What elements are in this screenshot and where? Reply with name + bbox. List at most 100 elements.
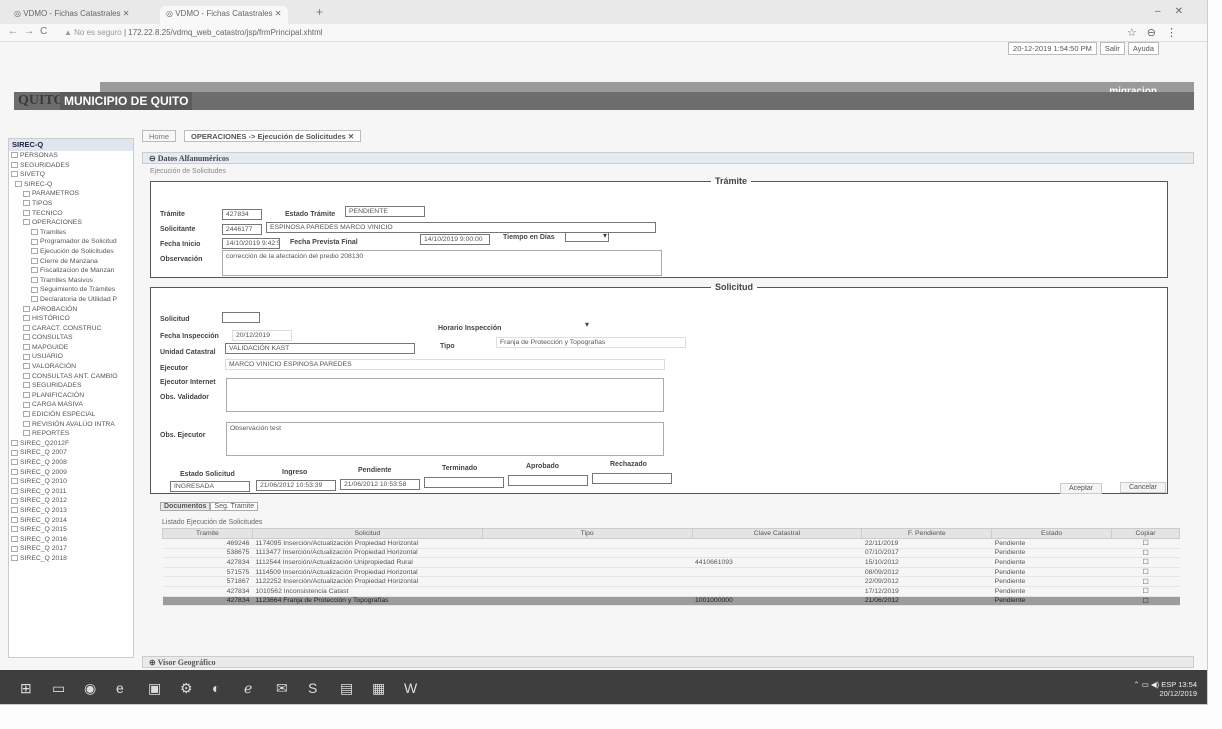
col-fpendiente[interactable]: F. Pendiente — [861, 528, 993, 539]
estado-solicitud-field[interactable]: INGRESADA — [170, 481, 250, 492]
sidebar-item[interactable]: SIREC_Q 2010 — [9, 477, 133, 487]
sidebar-item[interactable]: APROBACIÓN — [9, 305, 133, 315]
sidebar-item[interactable]: SEGURIDADES — [9, 161, 133, 171]
system-tray[interactable]: ⌃ ▭ ◀) ESP 13:54 20/12/2019 — [1133, 680, 1197, 698]
sidebar-item[interactable]: PARAMETROS — [9, 189, 133, 199]
sidebar-item[interactable]: Tramites Masivos — [9, 276, 133, 286]
unidad-catastral-field[interactable]: VALIDACIÓN KAST — [225, 343, 415, 354]
window-controls[interactable]: –✕ — [1155, 6, 1197, 17]
app-icon[interactable]: ◐ — [212, 680, 220, 696]
tipo-field[interactable]: Franja de Protección y Topografías — [496, 337, 686, 348]
sidebar-item[interactable]: SEGURIDADES — [9, 381, 133, 391]
folder-icon[interactable]: ▤ — [340, 680, 353, 697]
copy-checkbox[interactable]: ☐ — [1111, 567, 1180, 578]
fecha-prevista-field[interactable]: 14/10/2019 9:00:00 — [420, 234, 490, 245]
copy-checkbox[interactable]: ☐ — [1111, 586, 1180, 597]
tab-seg-tramite[interactable]: Seg. Tramite — [210, 502, 259, 511]
sidebar-item[interactable]: SIREC_Q 2017 — [9, 544, 133, 554]
store-icon[interactable]: ▣ — [148, 680, 161, 697]
sidebar-item[interactable]: TIPOS — [9, 199, 133, 209]
sidebar-item[interactable]: TECNICO — [9, 209, 133, 219]
skype-icon[interactable]: S — [308, 680, 317, 696]
table-row[interactable]: 469246 1174095 Inserción/Actualización Pr… — [162, 538, 1180, 549]
task-view-icon[interactable]: ▭ — [52, 680, 65, 697]
aprobado-field[interactable] — [508, 475, 588, 486]
sidebar-item[interactable]: USUARIO — [9, 352, 133, 362]
browser-tab-2[interactable]: ◎ VDMO - Fichas Catastrales ✕ — [160, 6, 288, 24]
table-row[interactable]: 427834 1112544 Inserción/Actualización Un… — [162, 557, 1180, 568]
ingreso-field[interactable]: 21/06/2012 10:53:39 — [256, 480, 336, 491]
sidebar-item[interactable]: Seguimiento de Trámites — [9, 285, 133, 295]
sidebar-item[interactable]: SIVETQ — [9, 170, 133, 180]
sidebar-item[interactable]: Declaratoria de Utilidad P — [9, 295, 133, 305]
ayuda-button[interactable]: Ayuda — [1127, 42, 1159, 55]
sidebar-item[interactable]: SIREC_Q 2014 — [9, 516, 133, 526]
nav-buttons[interactable]: ←→C — [8, 26, 53, 37]
bookmark-profile-icons[interactable]: ☆⊖⋮ — [1127, 26, 1187, 39]
fecha-inspeccion-field[interactable]: 20/12/2019 — [232, 330, 292, 341]
url-bar[interactable]: ←→C ▲ No es seguro | 172.22.8.25/vdmq_we… — [0, 24, 1207, 42]
sidebar-item[interactable]: Cierre de Manzana — [9, 257, 133, 267]
cancelar-button[interactable]: Cancelar — [1120, 482, 1167, 493]
windows-start-icon[interactable]: ⊞ — [20, 680, 32, 697]
tab-documentos[interactable]: Documentos — [160, 502, 211, 511]
pendiente-field[interactable]: 21/06/2012 10:53:58 — [340, 479, 420, 490]
tiempo-select[interactable] — [565, 231, 609, 242]
sidebar-item[interactable]: HISTÓRICO — [9, 314, 133, 324]
panel-header[interactable]: ⊖ Datos Alfanuméricos — [142, 152, 1194, 164]
copy-checkbox[interactable]: ☐ — [1111, 548, 1180, 559]
table-row[interactable]: 427834 1010562 Inconsistencia Catast 17/12… — [162, 586, 1180, 597]
copy-checkbox[interactable]: ☐ — [1111, 576, 1180, 587]
table-row[interactable]: 571575 1114509 Inserción/Actualización Pr… — [162, 567, 1180, 578]
sidebar-item[interactable]: Programador de Solicitud — [9, 237, 133, 247]
aceptar-button[interactable]: Aceptar — [1060, 483, 1103, 494]
excel-icon[interactable]: ▦ — [372, 680, 385, 697]
edge-icon[interactable]: e — [116, 680, 124, 696]
sidebar-item[interactable]: Tramites — [9, 228, 133, 238]
word-icon[interactable]: W — [404, 680, 417, 696]
mail-icon[interactable]: ✉ — [276, 680, 288, 697]
col-tipo[interactable]: Tipo — [481, 528, 693, 539]
sidebar-item[interactable]: SIREC_Q 2018 — [9, 554, 133, 564]
col-copiar[interactable]: Copiar — [1111, 528, 1180, 539]
col-clave[interactable]: Clave Catastral — [691, 528, 863, 539]
sidebar-item[interactable]: SIREC_Q 2009 — [9, 468, 133, 478]
sidebar-item[interactable]: EDICIÓN ESPECIAL — [9, 410, 133, 420]
sidebar-item[interactable]: PERSONAS — [9, 151, 133, 161]
browser-tab-1[interactable]: ◎ VDMO - Fichas Catastrales ✕ — [8, 6, 136, 24]
chrome-icon[interactable]: ◉ — [84, 680, 96, 697]
sidebar-item[interactable]: REPORTES — [9, 429, 133, 439]
table-row[interactable]: 427834 1123664 Franja de Protección y Top… — [162, 596, 1180, 607]
ejecutor-field[interactable]: MARCO VINICIO ESPINOSA PAREDES — [225, 359, 665, 370]
sidebar-item[interactable]: SIREC-Q — [9, 180, 133, 190]
fecha-inicio-field[interactable]: 14/10/2019 9:42:57 — [222, 238, 280, 249]
estado-tramite-field[interactable]: PENDIENTE — [345, 206, 425, 217]
observacion-field[interactable]: corrección de la afectación del predio 2… — [222, 250, 662, 276]
visor-geografico-panel[interactable]: ⊕ Visor Geográfico — [142, 656, 1194, 668]
sidebar-item[interactable]: CONSULTAS — [9, 333, 133, 343]
tab-home[interactable]: Home — [142, 130, 177, 142]
col-solicitud[interactable]: Solicitud — [251, 528, 483, 539]
sidebar-item[interactable]: SIREC_Q 2011 — [9, 487, 133, 497]
tab-current[interactable]: OPERACIONES -> Ejecución de Solicitudes … — [184, 130, 362, 142]
sidebar-item[interactable]: OPERACIONES — [9, 218, 133, 228]
rechazado-field[interactable] — [592, 473, 672, 484]
ie-icon[interactable]: ℯ — [244, 680, 252, 697]
terminado-field[interactable] — [424, 477, 504, 488]
col-tramite[interactable]: Tramite — [162, 528, 253, 539]
sidebar-item[interactable]: SIREC_Q 2008 — [9, 458, 133, 468]
copy-checkbox[interactable]: ☐ — [1111, 538, 1180, 549]
obs-ejecutor-field[interactable]: Observación test — [226, 422, 664, 456]
sidebar-item[interactable]: MAPGUIDE — [9, 343, 133, 353]
sidebar-item[interactable]: CARGA MASIVA — [9, 400, 133, 410]
sidebar-item[interactable]: SIREC_Q 2013 — [9, 506, 133, 516]
solicitud-field[interactable] — [222, 312, 260, 323]
sidebar-item[interactable]: CARACT. CONSTRUC — [9, 324, 133, 334]
sidebar-item[interactable]: SIREC_Q2012F — [9, 439, 133, 449]
copy-checkbox[interactable]: ☐ — [1111, 596, 1180, 607]
sidebar-item[interactable]: SIREC_Q 2007 — [9, 448, 133, 458]
obs-validador-field[interactable] — [226, 378, 664, 412]
table-row[interactable]: 571867 1122252 Inserción/Actualización Pr… — [162, 576, 1180, 587]
settings-icon[interactable]: ⚙ — [180, 680, 193, 697]
sidebar-item[interactable]: SIREC_Q 2016 — [9, 535, 133, 545]
